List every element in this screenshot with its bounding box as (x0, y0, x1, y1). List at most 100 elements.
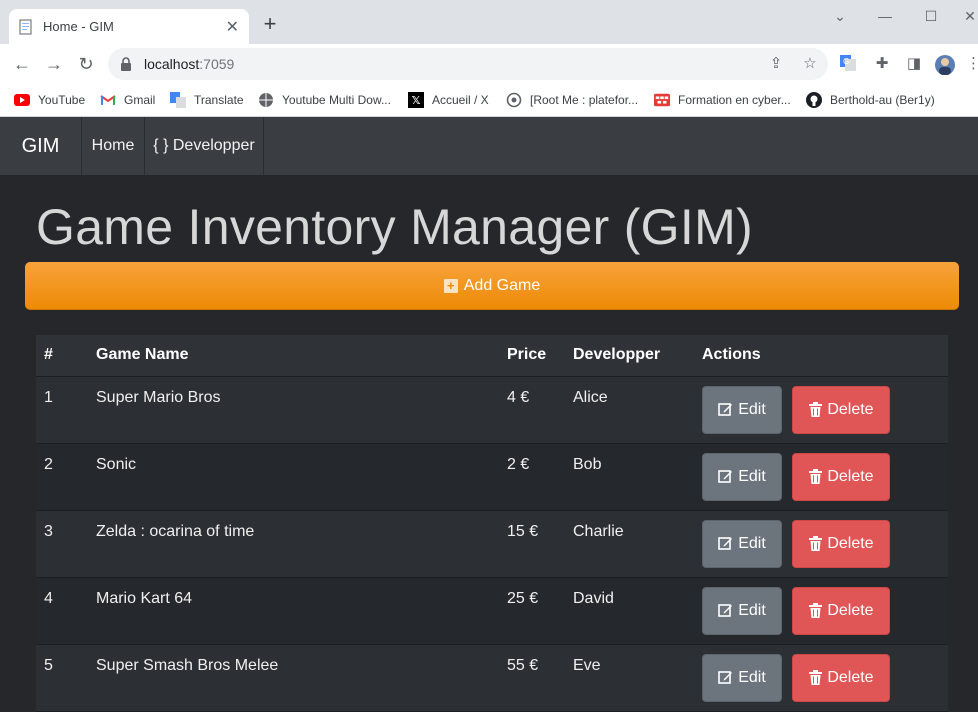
bookmark-x[interactable]: 𝕏 Accueil / X (408, 91, 489, 109)
nav-developper-link[interactable]: { } Developper (145, 117, 264, 175)
bookmark-label: Gmail (124, 93, 156, 107)
brand-logo[interactable]: GIM (0, 117, 82, 175)
cell-id: 2 (44, 455, 53, 473)
tab-search-icon[interactable]: ⌄ (830, 4, 850, 28)
delete-button[interactable]: Delete (792, 586, 891, 635)
cell-actions: Edit Delete (702, 443, 948, 510)
edit-button[interactable]: Edit (702, 653, 782, 702)
edit-button[interactable]: Edit (702, 586, 782, 635)
trash-icon (809, 603, 823, 618)
bookmark-label: [Root Me : platefor... (530, 93, 639, 107)
cell-id: 1 (44, 388, 53, 406)
cell-id: 5 (44, 656, 53, 674)
cell-developper: Charlie (573, 522, 624, 540)
address-bar[interactable]: localhost:7059 ⇪ ☆ (108, 48, 828, 80)
delete-button[interactable]: Delete (792, 653, 891, 702)
edit-icon (718, 604, 733, 617)
profile-avatar-icon[interactable] (934, 54, 955, 75)
extensions-puzzle-icon[interactable]: ✚ (872, 54, 892, 74)
nav-home-link[interactable]: Home (82, 117, 145, 175)
cell-developper: Eve (573, 656, 601, 674)
add-game-label: Add Game (463, 277, 541, 294)
bookmark-label: Youtube Multi Dow... (282, 93, 391, 107)
forward-icon[interactable]: → (42, 52, 66, 76)
cell-price: 55 € (507, 656, 539, 674)
globe-icon (258, 92, 274, 108)
cell-name: Super Smash Bros Melee (96, 656, 279, 674)
table-row: 5 Super Smash Bros Melee 55 € Eve Edit D… (36, 644, 948, 711)
edit-label: Edit (738, 601, 766, 619)
table-row: 4 Mario Kart 64 25 € David Edit Delete (36, 577, 948, 644)
cell-actions: Edit Delete (702, 376, 948, 443)
browser-menu-icon[interactable]: ⋮ (966, 54, 978, 74)
bookmark-rootme[interactable]: [Root Me : platefor... (506, 91, 638, 109)
delete-button[interactable]: Delete (792, 385, 891, 434)
browser-toolbar: ← → ↻ localhost:7059 ⇪ ☆ G ✚ ◨ ⋮ (0, 44, 978, 84)
edit-icon (718, 470, 733, 483)
cell-name: Mario Kart 64 (96, 589, 193, 607)
edit-label: Edit (738, 467, 766, 485)
edit-label: Edit (738, 534, 766, 552)
edit-label: Edit (738, 400, 766, 418)
bookmark-label: Formation en cyber... (678, 93, 791, 107)
bookmark-youtube-multi[interactable]: Youtube Multi Dow... (258, 91, 391, 109)
cell-price: 2 € (507, 455, 530, 473)
maximize-icon[interactable]: ☐ (920, 4, 942, 28)
bookmark-formation[interactable]: Formation en cyber... (654, 91, 791, 109)
trash-icon (809, 536, 823, 551)
page-icon (19, 19, 32, 34)
tab-title: Home - GIM (43, 19, 114, 34)
url-port: :7059 (199, 56, 235, 72)
main-content: Game Inventory Manager (GIM) + Add Game … (0, 176, 978, 712)
edit-button[interactable]: Edit (702, 519, 782, 568)
edit-icon (718, 671, 733, 684)
share-icon[interactable]: ⇪ (766, 54, 786, 74)
app-navbar: GIM Home { } Developper (0, 117, 978, 176)
back-icon[interactable]: ← (10, 52, 34, 76)
delete-label: Delete (827, 534, 874, 552)
new-tab-icon[interactable]: + (259, 12, 281, 36)
cell-actions: Edit Delete (702, 644, 948, 711)
gmail-icon (100, 92, 116, 108)
cell-developper: David (573, 589, 614, 607)
browser-titlebar: Home - GIM ✕ + ⌄ — ☐ ✕ (0, 0, 978, 44)
edit-icon (718, 403, 733, 416)
translate-extension-icon[interactable]: G (838, 54, 858, 74)
edit-button[interactable]: Edit (702, 452, 782, 501)
window-close-icon[interactable]: ✕ (962, 4, 978, 28)
lock-icon (121, 57, 131, 71)
bookmark-label: Berthold-au (Ber1y) (830, 93, 935, 107)
delete-button[interactable]: Delete (792, 452, 891, 501)
edit-button[interactable]: Edit (702, 385, 782, 434)
github-icon (806, 92, 822, 108)
trash-icon (809, 469, 823, 484)
side-panel-icon[interactable]: ◨ (904, 54, 924, 74)
minimize-icon[interactable]: — (874, 4, 896, 28)
cell-price: 15 € (507, 522, 539, 540)
youtube-icon (14, 92, 30, 108)
reload-icon[interactable]: ↻ (74, 52, 98, 76)
rootme-icon (506, 92, 522, 108)
cell-developper: Bob (573, 455, 602, 473)
cell-price: 4 € (507, 388, 530, 406)
bookmark-star-icon[interactable]: ☆ (800, 54, 820, 74)
col-header-actions: Actions (702, 335, 948, 377)
bookmark-gmail[interactable]: Gmail (100, 91, 155, 109)
games-table: # Game Name Price Developper Actions 1 S… (36, 335, 948, 712)
cell-name: Super Mario Bros (96, 388, 221, 406)
delete-label: Delete (827, 467, 874, 485)
close-tab-icon[interactable]: ✕ (226, 17, 239, 37)
cell-id: 3 (44, 522, 53, 540)
cell-name: Zelda : ocarina of time (96, 522, 255, 540)
browser-tab[interactable]: Home - GIM ✕ (9, 9, 249, 44)
add-game-button[interactable]: + Add Game (25, 262, 959, 310)
bookmark-translate[interactable]: Translate (170, 91, 244, 109)
bookmark-github[interactable]: Berthold-au (Ber1y) (806, 91, 935, 109)
trash-icon (809, 670, 823, 685)
url-host: localhost (144, 56, 200, 72)
delete-button[interactable]: Delete (792, 519, 891, 568)
bookmark-youtube[interactable]: YouTube (14, 91, 85, 109)
col-header-developper: Developper (573, 335, 702, 377)
table-row: 2 Sonic 2 € Bob Edit Delete (36, 443, 948, 510)
edit-label: Edit (738, 668, 766, 686)
